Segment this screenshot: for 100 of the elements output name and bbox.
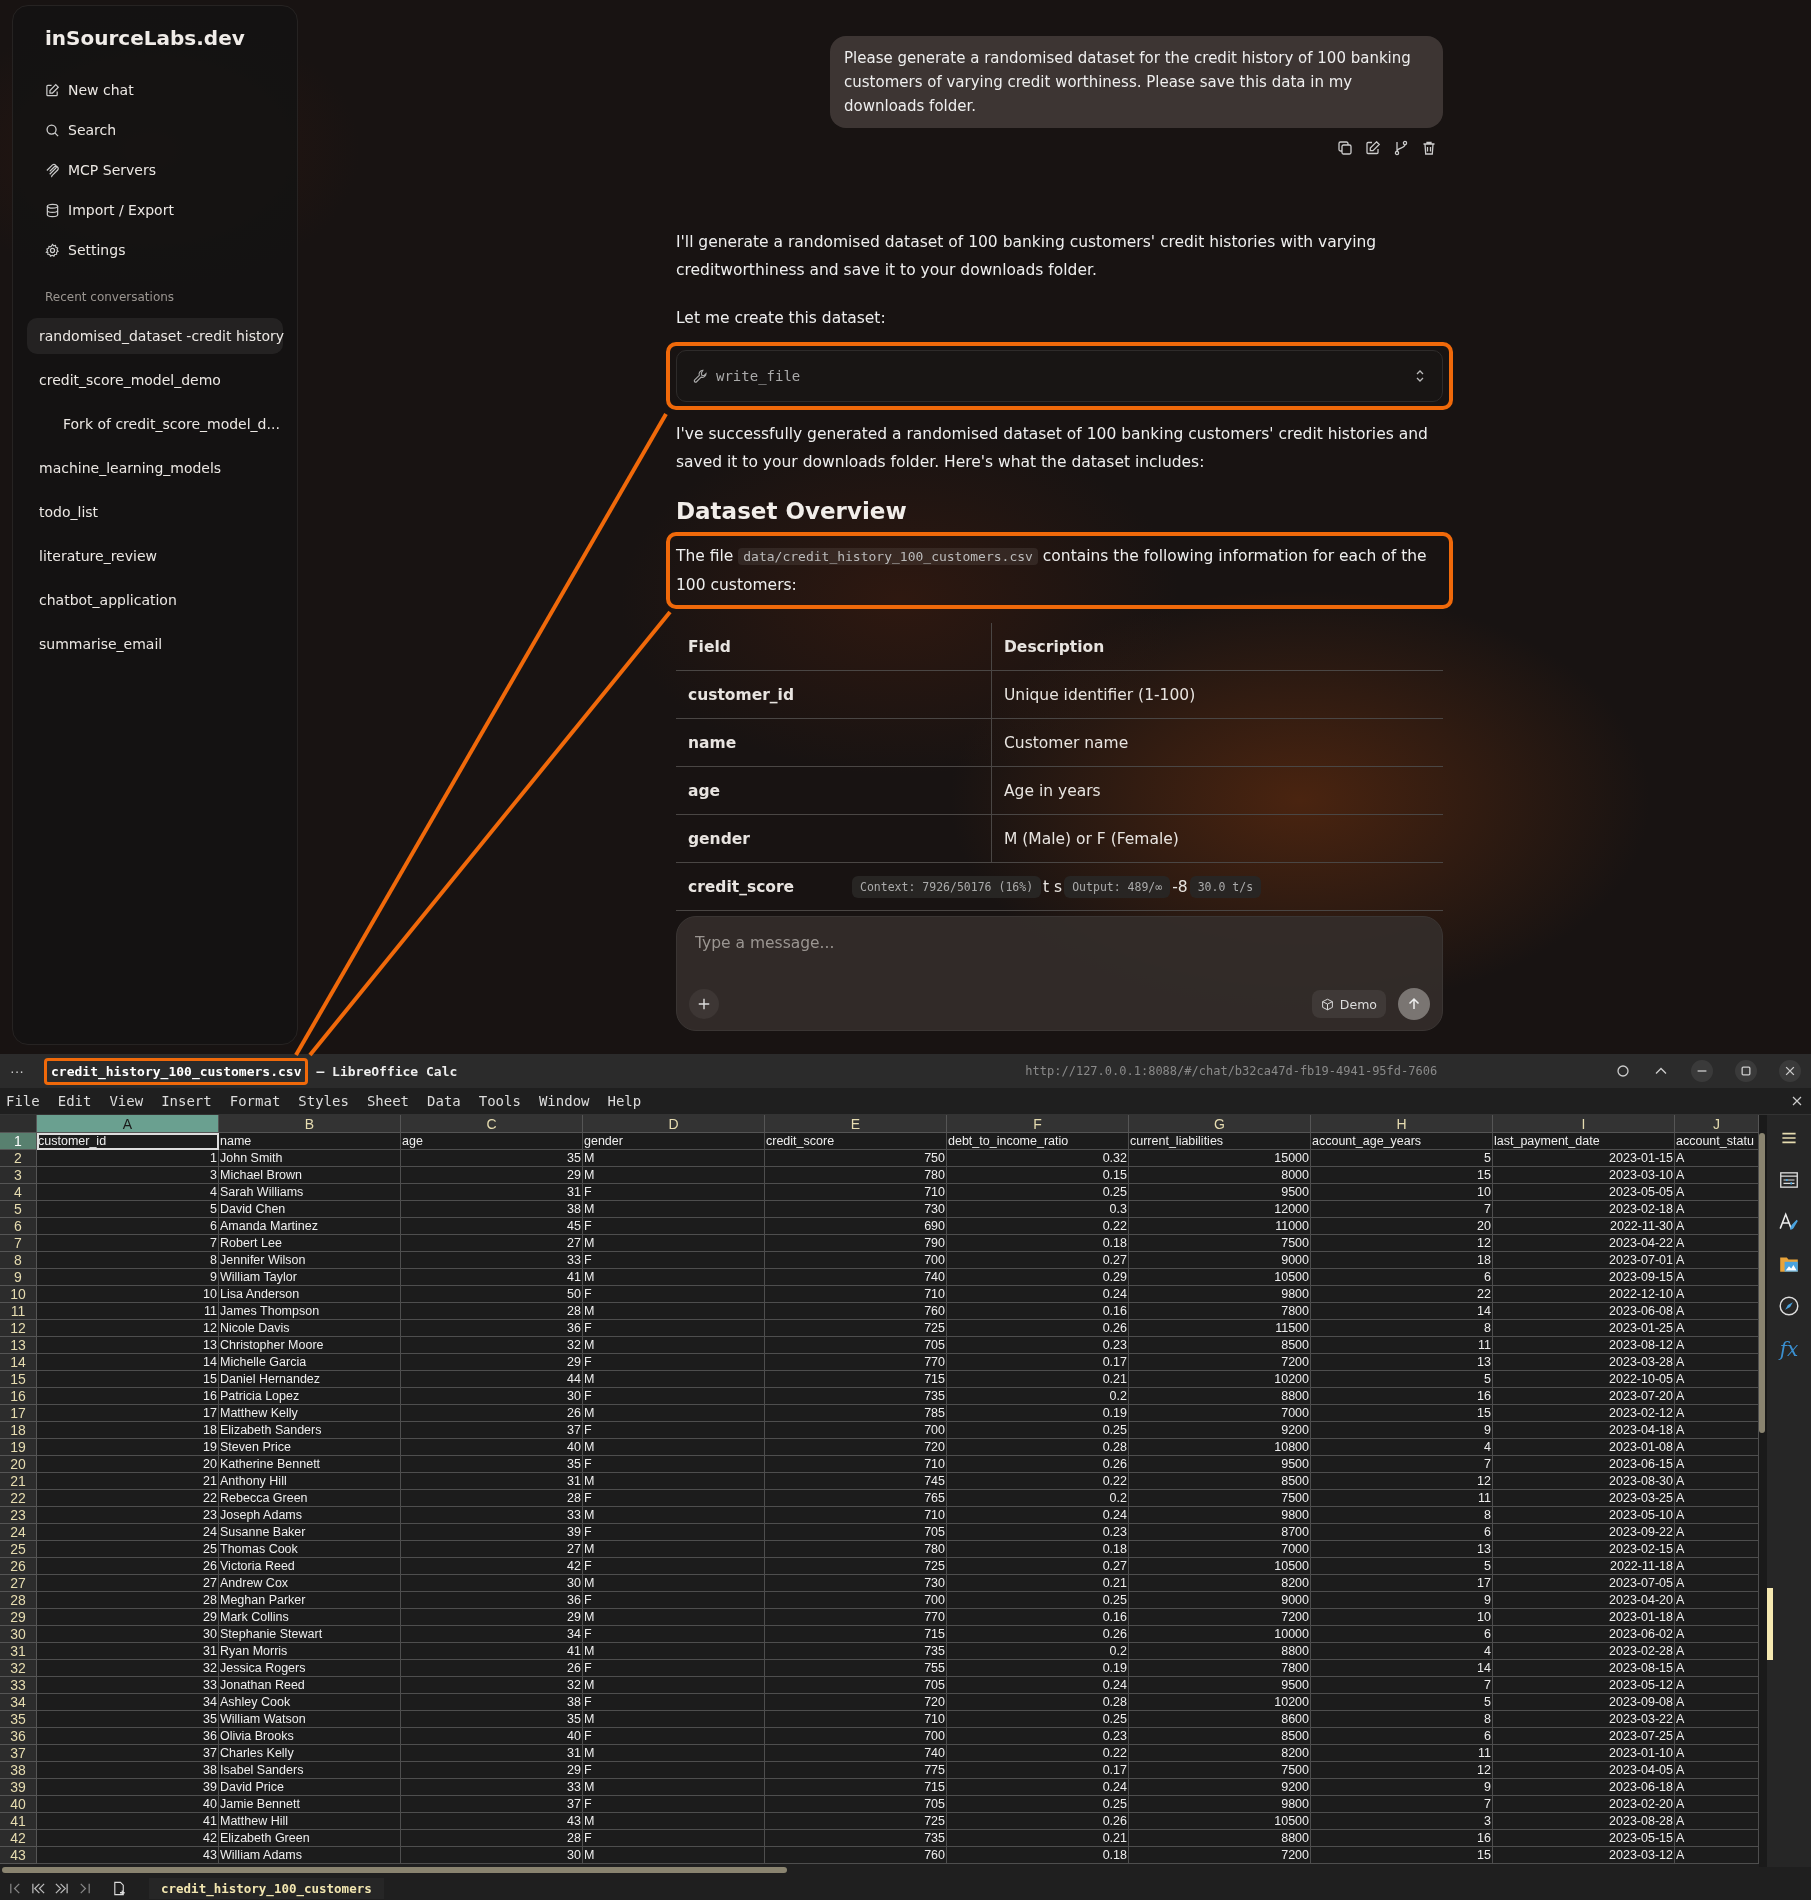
menu-item[interactable]: View <box>109 1093 144 1109</box>
sidebar-menu-item[interactable]: Settings <box>27 230 283 270</box>
row-number[interactable]: 6 <box>0 1218 37 1235</box>
edit-icon[interactable] <box>1365 140 1381 156</box>
copy-icon[interactable] <box>1337 140 1353 156</box>
conversation-item[interactable]: machine_learning_models <box>27 450 283 486</box>
menu-item[interactable]: Data <box>427 1093 461 1109</box>
circle-icon[interactable] <box>1615 1063 1631 1079</box>
model-chip[interactable]: Demo <box>1311 990 1386 1018</box>
conversation-item[interactable]: literature_review <box>27 538 283 574</box>
maximize-icon[interactable] <box>1735 1060 1757 1082</box>
menu-item[interactable]: Edit <box>57 1093 92 1109</box>
row-number[interactable]: 18 <box>0 1422 37 1439</box>
styles-icon[interactable] <box>1778 1211 1800 1233</box>
row-number[interactable]: 43 <box>0 1847 37 1864</box>
column-header[interactable]: A <box>37 1115 219 1133</box>
column-header[interactable]: J <box>1675 1115 1759 1133</box>
row-number[interactable]: 41 <box>0 1813 37 1830</box>
row-number[interactable]: 36 <box>0 1728 37 1745</box>
menu-item[interactable]: Sheet <box>366 1093 410 1109</box>
row-number[interactable]: 8 <box>0 1252 37 1269</box>
row-number[interactable]: 11 <box>0 1303 37 1320</box>
row-number[interactable]: 28 <box>0 1592 37 1609</box>
menu-item[interactable]: File <box>6 1093 40 1109</box>
sidebar-menu-item[interactable]: Search <box>27 110 283 150</box>
row-number[interactable]: 15 <box>0 1371 37 1388</box>
row-number[interactable]: 38 <box>0 1762 37 1779</box>
conversation-item[interactable]: todo_list <box>27 494 283 530</box>
conversation-item[interactable]: Fork of credit_score_model_d... <box>27 406 283 442</box>
sidebar-menu-item[interactable]: Import / Export <box>27 190 283 230</box>
column-header[interactable]: B <box>219 1115 401 1133</box>
corner-cell[interactable] <box>0 1115 37 1133</box>
conversation-item[interactable]: randomised_dataset -credit history <box>27 318 283 354</box>
column-header[interactable]: I <box>1493 1115 1675 1133</box>
menu-item[interactable]: Styles <box>298 1093 349 1109</box>
row-number[interactable]: 17 <box>0 1405 37 1422</box>
menu-item[interactable]: Help <box>607 1093 642 1109</box>
sidebar-menu-item[interactable]: MCP Servers <box>27 150 283 190</box>
row-number[interactable]: 32 <box>0 1660 37 1677</box>
row-number[interactable]: 40 <box>0 1796 37 1813</box>
column-header[interactable]: E <box>765 1115 947 1133</box>
sheet-tab[interactable]: credit_history_100_customers <box>149 1877 384 1899</box>
row-number[interactable]: 31 <box>0 1643 37 1660</box>
add-sheet-icon[interactable] <box>112 1880 127 1896</box>
navigator-icon[interactable] <box>1778 1295 1800 1317</box>
window-menu-button[interactable]: ··· <box>10 1063 36 1079</box>
row-number[interactable]: 21 <box>0 1473 37 1490</box>
row-number[interactable]: 19 <box>0 1439 37 1456</box>
column-header[interactable]: F <box>947 1115 1129 1133</box>
row-number[interactable]: 24 <box>0 1524 37 1541</box>
send-button[interactable] <box>1398 988 1430 1020</box>
branch-icon[interactable] <box>1393 140 1409 156</box>
row-number[interactable]: 35 <box>0 1711 37 1728</box>
row-number[interactable]: 5 <box>0 1201 37 1218</box>
menu-item[interactable]: Tools <box>478 1093 521 1109</box>
column-header[interactable]: G <box>1129 1115 1311 1133</box>
row-number[interactable]: 37 <box>0 1745 37 1762</box>
attach-button[interactable] <box>689 989 719 1019</box>
row-number[interactable]: 29 <box>0 1609 37 1626</box>
row-number[interactable]: 34 <box>0 1694 37 1711</box>
row-number[interactable]: 14 <box>0 1354 37 1371</box>
row-number[interactable]: 2 <box>0 1150 37 1167</box>
functions-icon[interactable]: fx <box>1779 1337 1799 1361</box>
row-number[interactable]: 30 <box>0 1626 37 1643</box>
menu-item[interactable]: Format <box>229 1093 281 1109</box>
column-header[interactable]: C <box>401 1115 583 1133</box>
sidebar-collapse-handle[interactable] <box>1767 1588 1773 1660</box>
row-number[interactable]: 27 <box>0 1575 37 1592</box>
column-header[interactable]: H <box>1311 1115 1493 1133</box>
row-number[interactable]: 22 <box>0 1490 37 1507</box>
row-number[interactable]: 1 <box>0 1133 37 1150</box>
scrollbar-thumb[interactable] <box>1759 1133 1765 1433</box>
row-number[interactable]: 33 <box>0 1677 37 1694</box>
minimize-icon[interactable] <box>1691 1060 1713 1082</box>
row-number[interactable]: 25 <box>0 1541 37 1558</box>
properties-icon[interactable] <box>1778 1169 1800 1191</box>
close-icon[interactable] <box>1791 1095 1803 1107</box>
sidebar-menu-item[interactable]: New chat <box>27 70 283 110</box>
conversation-item[interactable]: summarise_email <box>27 626 283 662</box>
row-number[interactable]: 3 <box>0 1167 37 1184</box>
row-number[interactable]: 12 <box>0 1320 37 1337</box>
column-header[interactable]: D <box>583 1115 765 1133</box>
close-icon[interactable] <box>1779 1060 1801 1082</box>
row-number[interactable]: 39 <box>0 1779 37 1796</box>
row-number[interactable]: 9 <box>0 1269 37 1286</box>
row-number[interactable]: 16 <box>0 1388 37 1405</box>
tool-call-panel[interactable]: write_file <box>676 350 1443 402</box>
scrollbar-thumb[interactable] <box>2 1867 787 1873</box>
conversation-item[interactable]: chatbot_application <box>27 582 283 618</box>
row-number[interactable]: 13 <box>0 1337 37 1354</box>
row-number[interactable]: 23 <box>0 1507 37 1524</box>
row-number[interactable]: 42 <box>0 1830 37 1847</box>
menu-item[interactable]: Insert <box>161 1093 212 1109</box>
delete-icon[interactable] <box>1421 140 1437 156</box>
row-number[interactable]: 20 <box>0 1456 37 1473</box>
conversation-item[interactable]: credit_score_model_demo <box>27 362 283 398</box>
row-number[interactable]: 7 <box>0 1235 37 1252</box>
row-number[interactable]: 26 <box>0 1558 37 1575</box>
row-number[interactable]: 4 <box>0 1184 37 1201</box>
row-number[interactable]: 10 <box>0 1286 37 1303</box>
